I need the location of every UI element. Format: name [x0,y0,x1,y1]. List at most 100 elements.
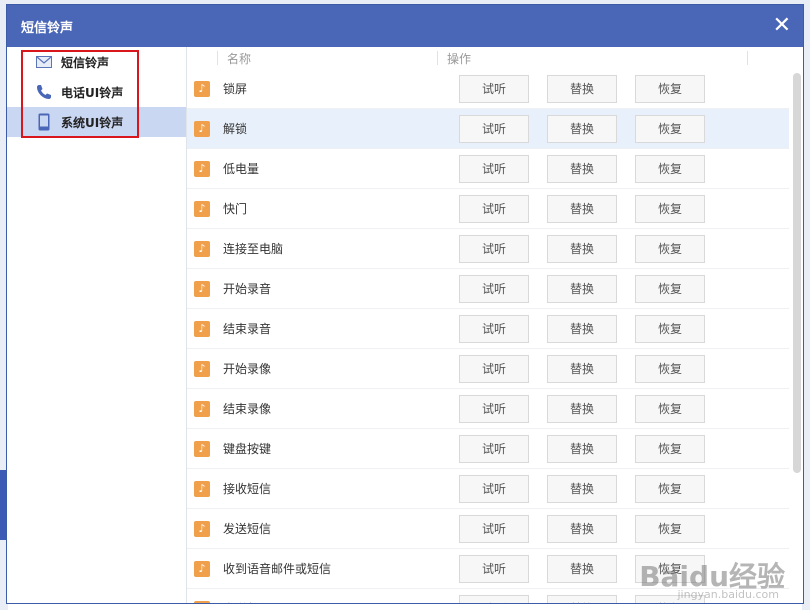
listen-button[interactable]: 试听 [459,74,529,103]
listen-button[interactable]: 试听 [459,274,529,303]
replace-button[interactable]: 替换 [547,394,617,423]
listen-button[interactable]: 试听 [459,154,529,183]
table-row[interactable]: ♪ 低电量 试听 替换 恢复 [187,149,789,189]
listen-button[interactable]: 试听 [459,514,529,543]
envelope-icon [35,53,53,71]
header-divider [217,51,218,65]
ringtone-name: 开始录音 [223,282,272,296]
ringtone-name: 收到语音邮件或短信 [223,562,332,576]
dialog-title: 短信铃声 [21,20,74,36]
dialog-body: 短信铃声 电话UI铃声 系统UI铃声 名称 操作 ♪ 锁屏 试听 替换 恢复 ♪… [7,47,803,603]
table-row[interactable]: ♪ 锁屏 试听 替换 恢复 [187,69,789,109]
sidebar-item-system-ringtone[interactable]: 系统UI铃声 [7,107,186,137]
music-note-icon: ♪ [194,360,210,377]
music-note-icon: ♪ [194,320,210,337]
ringtone-name: 开始录像 [223,362,272,376]
replace-button[interactable]: 替换 [547,434,617,463]
restore-button[interactable]: 恢复 [635,514,705,543]
sidebar-item-phone-ringtone[interactable]: 电话UI铃声 [7,77,186,107]
restore-button[interactable]: 恢复 [635,234,705,263]
table-row[interactable]: ♪ 发送邮件 试听 替换 恢复 [187,589,789,603]
music-note-icon: ♪ [194,160,210,177]
column-header: 名称 操作 [187,47,803,69]
restore-button[interactable]: 恢复 [635,394,705,423]
titlebar: 短信铃声 ✕ [7,5,803,47]
replace-button[interactable]: 替换 [547,594,617,603]
ringtone-name: 低电量 [223,162,260,176]
ringtone-name: 锁屏 [223,82,248,96]
ringtone-list: 名称 操作 ♪ 锁屏 试听 替换 恢复 ♪ 解锁 试听 替换 恢复 ♪ 低电量 试听 替换 恢复 ♪ 快门 试听替… [187,47,803,603]
music-note-icon: ♪ [194,400,210,417]
replace-button[interactable]: 替换 [547,74,617,103]
table-row[interactable]: ♪ 发送短信 试听 替换 恢复 [187,509,789,549]
close-icon[interactable]: ✕ [773,15,791,37]
ringtone-name: 发送邮件 [223,600,271,603]
replace-button[interactable]: 替换 [547,194,617,223]
ringtone-name: 解锁 [223,122,248,136]
music-note-icon: ♪ [194,480,210,497]
replace-button[interactable]: 替换 [547,354,617,383]
music-note-icon: ♪ [194,120,210,137]
table-row[interactable]: ♪ 连接至电脑 试听 替换 恢复 [187,229,789,269]
table-row[interactable]: ♪ 键盘按键 试听 替换 恢复 [187,429,789,469]
restore-button[interactable]: 恢复 [635,354,705,383]
restore-button[interactable]: 恢复 [635,594,705,603]
restore-button[interactable]: 恢复 [635,274,705,303]
sidebar-item-sms-ringtone[interactable]: 短信铃声 [7,47,186,77]
listen-button[interactable]: 试听 [459,114,529,143]
listen-button[interactable]: 试听 [459,434,529,463]
replace-button[interactable]: 替换 [547,554,617,583]
ringtone-name: 发送短信 [223,522,272,536]
scrollbar[interactable] [793,73,801,473]
table-row[interactable]: ♪ 解锁 试听 替换 恢复 [187,109,789,149]
rows-container: ♪ 锁屏 试听 替换 恢复 ♪ 解锁 试听 替换 恢复 ♪ 低电量 试听 替换 恢复 ♪ 快门 试听 替换 恢复 ♪ 连接… [187,69,789,603]
replace-button[interactable]: 替换 [547,234,617,263]
replace-button[interactable]: 替换 [547,154,617,183]
music-note-icon: ♪ [194,600,210,603]
restore-button[interactable]: 恢复 [635,114,705,143]
listen-button[interactable]: 试听 [459,314,529,343]
device-icon [35,113,53,131]
table-row[interactable]: ♪ 收到语音邮件或短信 试听 替换 恢复 [187,549,789,589]
listen-button[interactable]: 试听 [459,554,529,583]
sidebar-item-label: 短信铃声 [61,55,110,70]
header-name: 名称 [227,51,252,66]
sidebar-item-label: 电话UI铃声 [61,85,124,100]
table-row[interactable]: ♪ 开始录音 试听 替换 恢复 [187,269,789,309]
replace-button[interactable]: 替换 [547,114,617,143]
restore-button[interactable]: 恢复 [635,194,705,223]
listen-button[interactable]: 试听 [459,394,529,423]
restore-button[interactable]: 恢复 [635,314,705,343]
table-row[interactable]: ♪ 接收短信 试听 替换 恢复 [187,469,789,509]
table-row[interactable]: ♪ 开始录像 试听 替换 恢复 [187,349,789,389]
replace-button[interactable]: 替换 [547,514,617,543]
restore-button[interactable]: 恢复 [635,74,705,103]
restore-button[interactable]: 恢复 [635,434,705,463]
phone-icon [35,83,53,101]
ringtone-name: 连接至电脑 [223,242,284,256]
replace-button[interactable]: 替换 [547,314,617,343]
table-row[interactable]: ♪ 结束录像 试听 替换 恢复 [187,389,789,429]
replace-button[interactable]: 替换 [547,474,617,503]
ringtone-name: 结束录像 [223,402,272,416]
table-row[interactable]: ♪ 快门 试听 替换 恢复 [187,189,789,229]
replace-button[interactable]: 替换 [547,274,617,303]
ringtone-name: 键盘按键 [223,442,272,456]
listen-button[interactable]: 试听 [459,194,529,223]
restore-button[interactable]: 恢复 [635,154,705,183]
music-note-icon: ♪ [194,240,210,257]
ringtone-name: 快门 [223,202,248,216]
ringtone-name: 接收短信 [223,482,272,496]
table-row[interactable]: ♪ 结束录音 试听 替换 恢复 [187,309,789,349]
restore-button[interactable]: 恢复 [635,474,705,503]
music-note-icon: ♪ [194,80,210,97]
header-divider [437,51,438,65]
listen-button[interactable]: 试听 [459,354,529,383]
header-operation: 操作 [447,51,472,66]
listen-button[interactable]: 试听 [459,234,529,263]
ringtone-dialog: 短信铃声 ✕ 短信铃声 电话UI铃声 系统UI铃声 名称 操作 ♪ 锁屏 试听 … [6,4,804,604]
sidebar-item-label: 系统UI铃声 [61,115,124,130]
listen-button[interactable]: 试听 [459,474,529,503]
restore-button[interactable]: 恢复 [635,554,705,583]
listen-button[interactable]: 试听 [459,594,529,603]
